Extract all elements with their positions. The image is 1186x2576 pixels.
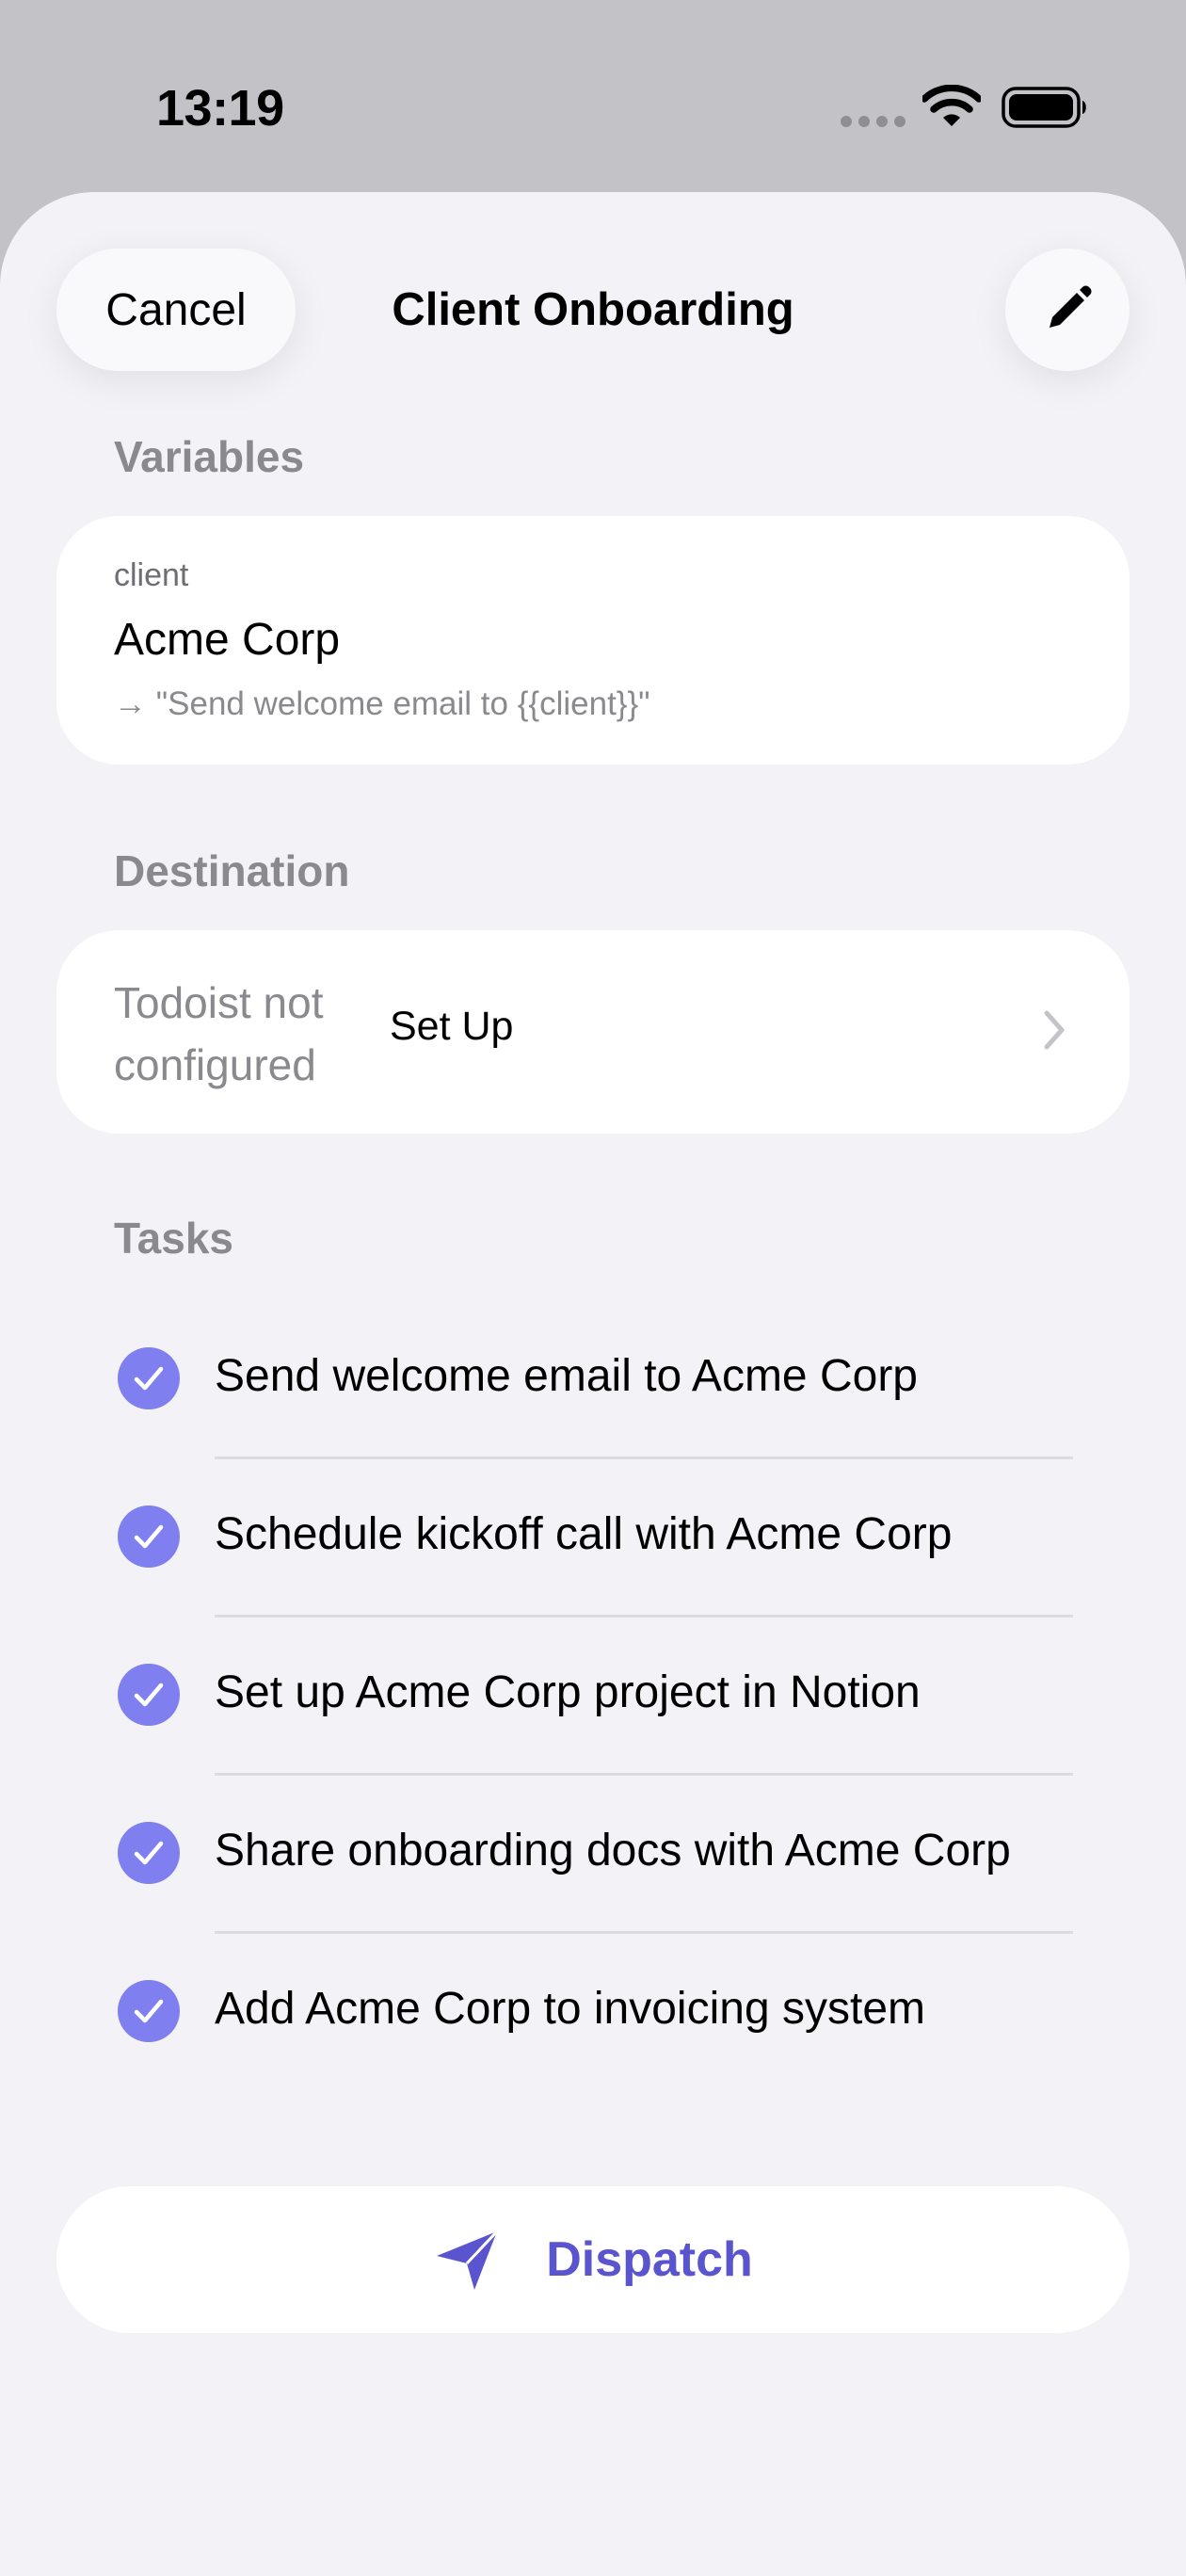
checkmark-icon[interactable] (118, 1980, 180, 2042)
task-row[interactable]: Schedule kickoff call with Acme Corp (0, 1457, 1186, 1618)
variable-preview: → "Send welcome email to {{client}}" (114, 685, 650, 722)
status-time: 13:19 (156, 80, 284, 137)
dispatch-button[interactable]: Dispatch (56, 2186, 1130, 2333)
checkmark-icon[interactable] (118, 1822, 180, 1884)
signal-dots-icon (841, 116, 906, 127)
cancel-button[interactable]: Cancel (56, 249, 296, 371)
destination-header: Destination (114, 846, 350, 895)
set-up-link[interactable]: Set Up (390, 1004, 513, 1050)
task-label: Schedule kickoff call with Acme Corp (215, 1509, 953, 1559)
page-title: Client Onboarding (392, 284, 794, 335)
checkmark-icon[interactable] (118, 1505, 180, 1568)
task-row[interactable]: Add Acme Corp to invoicing system (0, 1932, 1186, 2090)
task-row[interactable]: Set up Acme Corp project in Notion (0, 1616, 1186, 1776)
battery-icon (1002, 87, 1088, 128)
paper-plane-icon (437, 2230, 499, 2290)
tasks-header: Tasks (114, 1214, 234, 1263)
status-bar: 13:19 (0, 0, 1186, 192)
task-label: Send welcome email to Acme Corp (215, 1351, 918, 1401)
task-label: Add Acme Corp to invoicing system (215, 1984, 925, 2034)
variable-value: Acme Corp (114, 615, 341, 665)
destination-status: Todoist not configured (114, 978, 324, 1089)
task-row[interactable]: Send welcome email to Acme Corp (0, 1299, 1186, 1459)
variable-row-client[interactable]: client Acme Corp → "Send welcome email t… (56, 516, 1130, 765)
task-row[interactable]: Share onboarding docs with Acme Corp (0, 1774, 1186, 1934)
destination-row[interactable]: Todoist not configured Set Up (56, 930, 1130, 1134)
pencil-icon (1050, 285, 1092, 328)
task-label: Share onboarding docs with Acme Corp (215, 1826, 1011, 1876)
variable-name: client (114, 557, 189, 593)
wifi-icon (921, 84, 983, 128)
checkmark-icon[interactable] (118, 1664, 180, 1726)
variables-header: Variables (114, 432, 305, 481)
chevron-right-icon (1044, 1010, 1065, 1050)
checkmark-icon[interactable] (118, 1347, 180, 1409)
edit-button[interactable] (1005, 249, 1130, 371)
dispatch-label: Dispatch (546, 2232, 753, 2287)
task-label: Set up Acme Corp project in Notion (215, 1667, 921, 1717)
onboarding-sheet: Cancel Client Onboarding Variables clien… (0, 192, 1186, 2576)
